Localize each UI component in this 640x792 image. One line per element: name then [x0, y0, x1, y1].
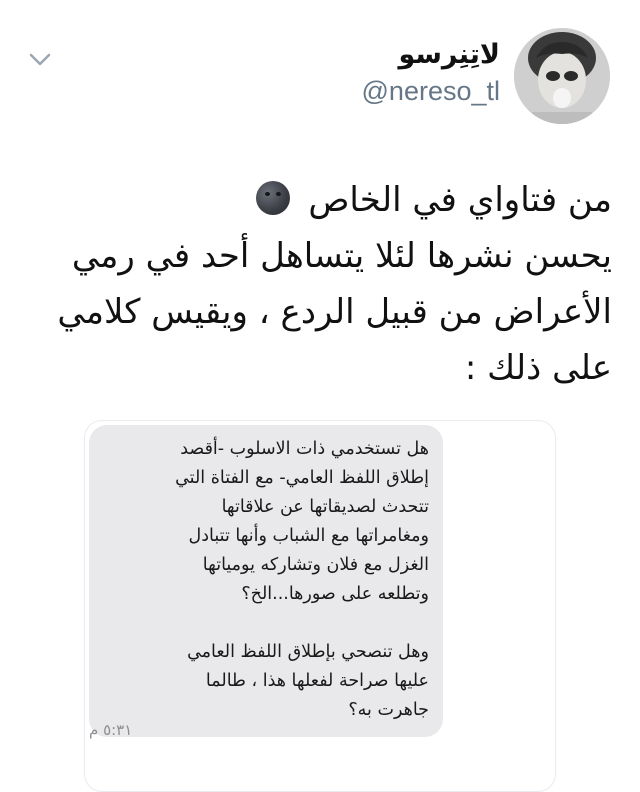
message-line: تتحدث لصديقاتها عن علاقاتها — [221, 497, 429, 517]
message-line: عليها صراحة لفعلها هذا ، طالما — [205, 671, 429, 691]
message-bubble: هل تستخدمي ذات الاسلوب -أقصد إطلاق اللفظ… — [89, 425, 443, 737]
user-handle[interactable]: @nereso_tl — [362, 74, 500, 108]
message-line: إطلاق اللفظ العامي- مع الفتاة التي — [175, 468, 429, 488]
message-line: الغزل مع فلان وتشاركه يومياتها — [202, 555, 429, 575]
message-timestamp: ٥:٣١ م — [89, 721, 133, 739]
message-line: وهل تنصحي بإطلاق اللفظ العامي — [187, 642, 429, 662]
chevron-down-icon[interactable] — [28, 52, 52, 68]
message-line: ومغامراتها مع الشباب وأنها تتبادل — [188, 526, 429, 546]
new-moon-face-icon — [255, 181, 290, 215]
display-name[interactable]: لاتِنِرسو — [362, 38, 500, 72]
tweet-line: الأعراض من قبيل الردع ، ويقيس كلامي — [57, 292, 612, 332]
avatar[interactable] — [514, 28, 610, 124]
message-line: وتطلعه على صورها...الخ؟ — [241, 584, 429, 604]
tweet-author[interactable]: لاتِنِرسو @nereso_tl — [362, 38, 500, 108]
tweet-line-text: من فتاواي في الخاص — [308, 180, 612, 220]
tweet-line: يحسن نشرها لئلا يتساهل أحد في رمي — [71, 236, 612, 276]
tweet-text: من فتاواي في الخاص يحسن نشرها لئلا يتساه… — [22, 172, 612, 396]
message-line: هل تستخدمي ذات الاسلوب -أقصد — [180, 439, 429, 459]
message-line: جاهرت به؟ — [348, 700, 429, 720]
attached-image-card[interactable]: هل تستخدمي ذات الاسلوب -أقصد إطلاق اللفظ… — [84, 420, 556, 792]
tweet-line: على ذلك : — [464, 348, 612, 388]
tweet-line: من فتاواي في الخاص — [22, 172, 612, 228]
